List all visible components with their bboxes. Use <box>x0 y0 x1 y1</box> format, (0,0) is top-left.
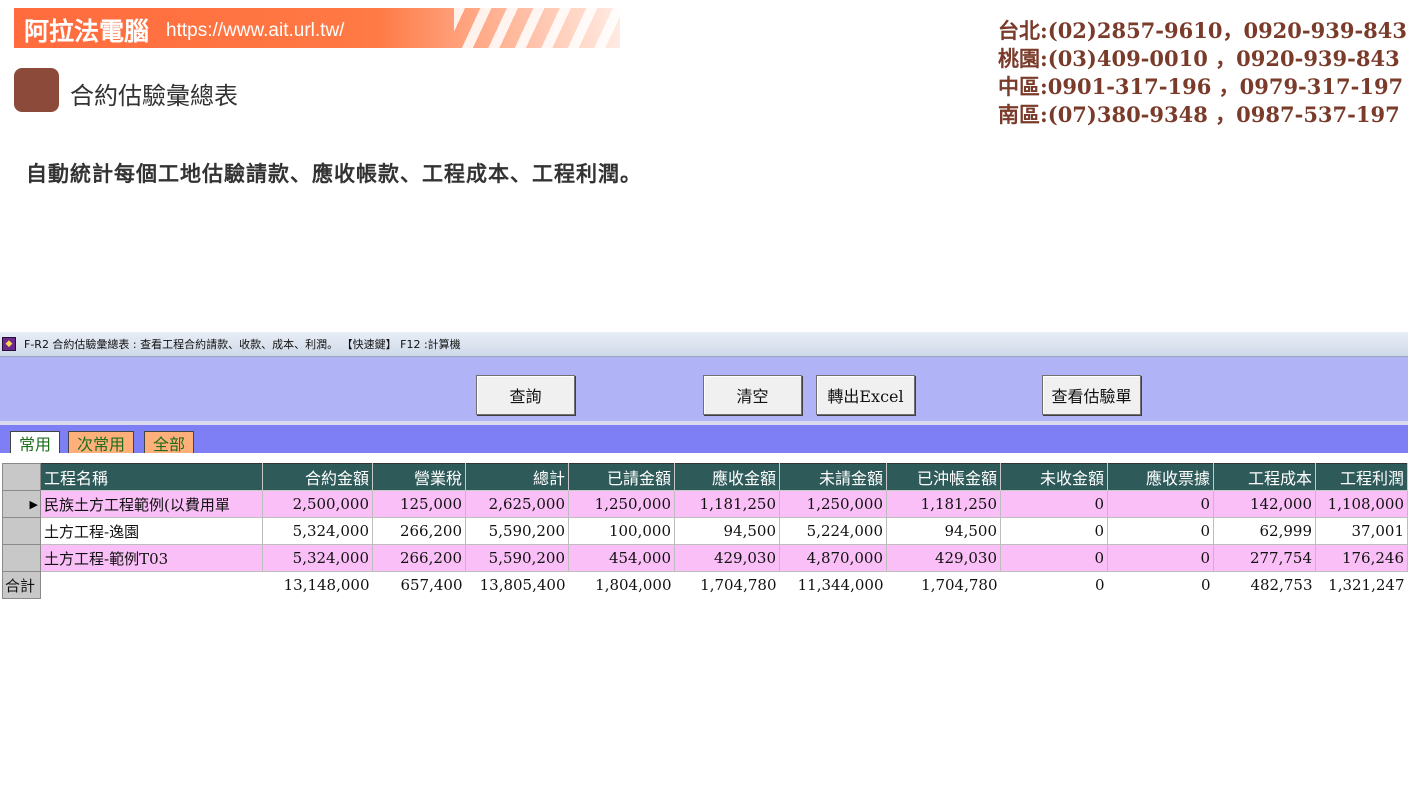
banner-stripes <box>454 8 620 48</box>
clear-button[interactable]: 清空 <box>703 375 802 415</box>
grid-cell[interactable]: 土方工程-逸園 <box>40 517 263 545</box>
grid-cell[interactable]: 1,108,000 <box>1315 490 1408 518</box>
grid-cell[interactable]: 277,754 <box>1213 544 1316 572</box>
contact-line: 台北:(02)2857-9610，0920-939-843 <box>998 18 1408 43</box>
current-row-pointer-icon: ▶ <box>29 497 38 511</box>
row-indicator[interactable] <box>2 544 41 572</box>
grid-cell[interactable]: 5,324,000 <box>262 517 373 545</box>
grid-cell[interactable]: 2,500,000 <box>262 490 373 518</box>
feature-description: 自動統計每個工地估驗請款、應收帳款、工程成本、工程利潤。 <box>26 162 642 186</box>
row-indicator[interactable] <box>2 517 41 545</box>
grid-cell[interactable]: 1,250,000 <box>779 490 887 518</box>
grid-cell[interactable]: 0 <box>1107 544 1214 572</box>
grid-cell[interactable]: 0 <box>1000 490 1108 518</box>
table-row[interactable]: ▶ 民族土方工程範例(以費用單 2,500,000 125,000 2,625,… <box>2 490 1408 518</box>
grid-cell[interactable]: 5,590,200 <box>465 544 569 572</box>
window-titlebar: ◆ F-R2 合約估驗彙總表 : 查看工程合約請款、收款、成本、利潤。 【快速鍵… <box>0 332 1408 357</box>
tab-common[interactable]: 常用 <box>10 431 61 454</box>
column-header[interactable]: 總計 <box>465 463 569 491</box>
query-button[interactable]: 查詢 <box>476 375 575 415</box>
tab-all[interactable]: 全部 <box>144 431 195 454</box>
totals-cell <box>40 571 263 599</box>
column-header[interactable]: 工程利潤 <box>1315 463 1408 491</box>
page-title-icon <box>14 68 59 112</box>
totals-cell: 0 <box>1107 571 1214 599</box>
totals-label: 合計 <box>2 571 41 599</box>
table-row[interactable]: 土方工程-逸園 5,324,000 266,200 5,590,200 100,… <box>2 517 1408 545</box>
brand-name: 阿拉法電腦 <box>24 17 150 46</box>
column-header[interactable]: 應收金額 <box>674 463 780 491</box>
grid-cell[interactable]: 5,224,000 <box>779 517 887 545</box>
grid-cell[interactable]: 4,870,000 <box>779 544 887 572</box>
grid-cell[interactable]: 429,030 <box>886 544 1001 572</box>
grid-cell[interactable]: 266,200 <box>372 544 466 572</box>
totals-cell: 1,704,780 <box>674 571 780 599</box>
column-header[interactable]: 未收金額 <box>1000 463 1108 491</box>
contact-list: 台北:(02)2857-9610，0920-939-843 桃園:(03)409… <box>998 17 1408 129</box>
view-estimate-button[interactable]: 查看估驗單 <box>1042 375 1141 415</box>
page-title: 合約估驗彙總表 <box>70 82 238 110</box>
tab-strip: 常用 次常用 全部 <box>0 425 1408 454</box>
grid-cell[interactable]: 民族土方工程範例(以費用單 <box>40 490 263 518</box>
totals-cell: 1,321,247 <box>1315 571 1408 599</box>
grid-cell[interactable]: 94,500 <box>674 517 780 545</box>
tab-less-common[interactable]: 次常用 <box>68 431 135 454</box>
totals-cell: 0 <box>1000 571 1108 599</box>
row-indicator-header <box>2 463 41 491</box>
column-header[interactable]: 營業稅 <box>372 463 466 491</box>
grid-header-row: 工程名稱 合約金額 營業稅 總計 已請金額 應收金額 未請金額 已沖帳金額 未收… <box>2 463 1408 491</box>
grid-cell[interactable]: 142,000 <box>1213 490 1316 518</box>
row-indicator[interactable]: ▶ <box>2 490 41 518</box>
column-header[interactable]: 未請金額 <box>779 463 887 491</box>
brand-banner: 阿拉法電腦 https://www.ait.url.tw/ <box>14 8 620 48</box>
table-row[interactable]: 土方工程-範例T03 5,324,000 266,200 5,590,200 4… <box>2 544 1408 572</box>
app-window: ◆ F-R2 合約估驗彙總表 : 查看工程合約請款、收款、成本、利潤。 【快速鍵… <box>0 332 1408 608</box>
grid-cell[interactable]: 1,181,250 <box>674 490 780 518</box>
grid-cell[interactable]: 0 <box>1000 544 1108 572</box>
contact-line: 南區:(07)380-9348 ，0987-537-197 <box>998 102 1400 127</box>
brand-url[interactable]: https://www.ait.url.tw/ <box>166 20 344 42</box>
column-header[interactable]: 工程成本 <box>1213 463 1316 491</box>
grid-cell[interactable]: 5,590,200 <box>465 517 569 545</box>
grid-cell[interactable]: 266,200 <box>372 517 466 545</box>
grid-cell[interactable]: 2,625,000 <box>465 490 569 518</box>
contact-line: 桃園:(03)409-0010 ，0920-939-843 <box>998 46 1400 71</box>
totals-cell: 1,704,780 <box>886 571 1001 599</box>
grid-cell[interactable]: 176,246 <box>1315 544 1408 572</box>
grid-cell[interactable]: 5,324,000 <box>262 544 373 572</box>
grid-cell[interactable]: 429,030 <box>674 544 780 572</box>
grid-cell[interactable]: 0 <box>1107 517 1214 545</box>
grid-cell[interactable]: 0 <box>1000 517 1108 545</box>
column-header[interactable]: 已請金額 <box>568 463 675 491</box>
totals-cell: 11,344,000 <box>779 571 887 599</box>
column-header[interactable]: 已沖帳金額 <box>886 463 1001 491</box>
grid-cell[interactable]: 土方工程-範例T03 <box>40 544 263 572</box>
column-header[interactable]: 應收票據 <box>1107 463 1214 491</box>
totals-cell: 482,753 <box>1213 571 1316 599</box>
grid-cell[interactable]: 125,000 <box>372 490 466 518</box>
export-excel-button[interactable]: 轉出Excel <box>816 375 915 415</box>
column-header[interactable]: 合約金額 <box>262 463 373 491</box>
totals-row: 合計 13,148,000 657,400 13,805,400 1,804,0… <box>2 571 1408 599</box>
contact-line: 中區:0901-317-196 ，0979-317-197 <box>998 74 1404 99</box>
totals-cell: 1,804,000 <box>568 571 675 599</box>
toolbar: 查詢 清空 轉出Excel 查看估驗單 <box>0 357 1408 425</box>
grid-cell[interactable]: 94,500 <box>886 517 1001 545</box>
grid-cell[interactable]: 62,999 <box>1213 517 1316 545</box>
totals-cell: 657,400 <box>372 571 466 599</box>
column-header[interactable]: 工程名稱 <box>40 463 263 491</box>
totals-cell: 13,148,000 <box>262 571 373 599</box>
grid-cell[interactable]: 454,000 <box>568 544 675 572</box>
grid-cell[interactable]: 100,000 <box>568 517 675 545</box>
grid-cell[interactable]: 1,250,000 <box>568 490 675 518</box>
grid-cell[interactable]: 37,001 <box>1315 517 1408 545</box>
totals-cell: 13,805,400 <box>465 571 569 599</box>
window-title: F-R2 合約估驗彙總表 : 查看工程合約請款、收款、成本、利潤。 【快速鍵】 … <box>24 338 461 351</box>
grid-cell[interactable]: 1,181,250 <box>886 490 1001 518</box>
grid-cell[interactable]: 0 <box>1107 490 1214 518</box>
summary-grid: 工程名稱 合約金額 營業稅 總計 已請金額 應收金額 未請金額 已沖帳金額 未收… <box>2 463 1408 599</box>
app-icon: ◆ <box>2 337 16 351</box>
